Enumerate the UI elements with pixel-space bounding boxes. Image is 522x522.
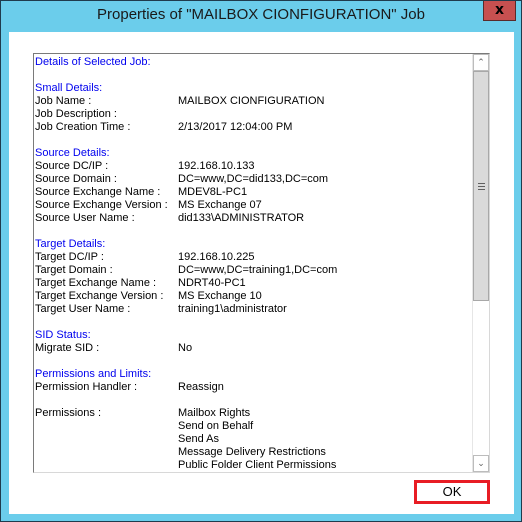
detail-label: Job Name : bbox=[35, 95, 92, 107]
permissions-limits-heading: Permissions and Limits: bbox=[35, 368, 152, 380]
permission-value: Mailbox Rights bbox=[178, 407, 251, 419]
detail-row: Target DC/IP : 192.168.10.225 bbox=[35, 251, 471, 264]
detail-row: Target User Name : training1\administrato… bbox=[35, 303, 471, 316]
title-bar[interactable]: Properties of "MAILBOX CIONFIGURATION" J… bbox=[1, 1, 521, 32]
detail-value: MS Exchange 10 bbox=[178, 290, 262, 302]
permission-value: Public Folder Client Permissions bbox=[178, 459, 337, 471]
detail-value: MDEV8L-PC1 bbox=[178, 186, 248, 198]
detail-row: Target Exchange Version : MS Exchange 10 bbox=[35, 290, 471, 303]
detail-value: NDRT40-PC1 bbox=[178, 277, 246, 289]
detail-value: DC=www,DC=did133,DC=com bbox=[178, 173, 329, 185]
detail-row: Target Domain : DC=www,DC=training1,DC=co… bbox=[35, 264, 471, 277]
dialog-title: Properties of "MAILBOX CIONFIGURATION" J… bbox=[97, 6, 425, 23]
detail-label: Source Domain : bbox=[35, 173, 117, 185]
detail-label: Source Exchange Name : bbox=[35, 186, 161, 198]
detail-row: Public Folder Client Permissions bbox=[35, 459, 471, 472]
detail-label: Permissions : bbox=[35, 407, 102, 419]
detail-label: Source User Name : bbox=[35, 212, 135, 224]
chevron-down-icon: ⌄ bbox=[477, 458, 485, 468]
details-content: Details of Selected Job: Small Details: … bbox=[35, 56, 471, 472]
source-details-heading: Source Details: bbox=[35, 147, 110, 159]
detail-label: Permission Handler : bbox=[35, 381, 138, 393]
detail-value: Reassign bbox=[178, 381, 224, 393]
detail-row: Job Description : bbox=[35, 108, 471, 121]
chevron-up-icon: ⌃ bbox=[477, 57, 485, 67]
detail-value: 192.168.10.225 bbox=[178, 251, 255, 263]
detail-row: Source DC/IP : 192.168.10.133 bbox=[35, 160, 471, 173]
ok-button[interactable]: OK bbox=[414, 480, 490, 504]
detail-value: MS Exchange 07 bbox=[178, 199, 262, 211]
permission-value: Message Delivery Restrictions bbox=[178, 446, 326, 458]
detail-row: Permission Handler : Reassign bbox=[35, 381, 471, 394]
target-details-heading: Target Details: bbox=[35, 238, 106, 250]
detail-label: Target Exchange Version : bbox=[35, 290, 164, 302]
detail-value: MAILBOX CIONFIGURATION bbox=[178, 95, 325, 107]
detail-row: Job Name : MAILBOX CIONFIGURATION bbox=[35, 95, 471, 108]
sid-status-heading: SID Status: bbox=[35, 329, 91, 341]
detail-value: 2/13/2017 12:04:00 PM bbox=[178, 121, 293, 133]
detail-row: Migrate SID : No bbox=[35, 342, 471, 355]
detail-label: Target DC/IP : bbox=[35, 251, 104, 263]
detail-row: Source Domain : DC=www,DC=did133,DC=com bbox=[35, 173, 471, 186]
detail-value: DC=www,DC=training1,DC=com bbox=[178, 264, 338, 276]
details-listbox[interactable]: Details of Selected Job: Small Details: … bbox=[33, 53, 490, 473]
detail-label: Target Exchange Name : bbox=[35, 277, 157, 289]
close-button[interactable]: x bbox=[483, 1, 516, 21]
detail-label: Migrate SID : bbox=[35, 342, 100, 354]
detail-row: Target Exchange Name : NDRT40-PC1 bbox=[35, 277, 471, 290]
permission-value: Send As bbox=[178, 433, 219, 445]
detail-label: Target User Name : bbox=[35, 303, 131, 315]
detail-row: Permissions : Mailbox Rights bbox=[35, 407, 471, 420]
detail-label: Source DC/IP : bbox=[35, 160, 109, 172]
detail-value: training1\administrator bbox=[178, 303, 287, 315]
detail-label: Job Creation Time : bbox=[35, 121, 131, 133]
properties-dialog: Properties of "MAILBOX CIONFIGURATION" J… bbox=[0, 0, 522, 522]
detail-value: 192.168.10.133 bbox=[178, 160, 255, 172]
detail-row: Message Delivery Restrictions bbox=[35, 446, 471, 459]
detail-row: Source Exchange Name : MDEV8L-PC1 bbox=[35, 186, 471, 199]
grip-icon bbox=[478, 183, 485, 192]
scroll-down-button[interactable]: ⌄ bbox=[473, 455, 489, 472]
detail-row: Job Creation Time : 2/13/2017 12:04:00 PM bbox=[35, 121, 471, 134]
detail-label: Source Exchange Version : bbox=[35, 199, 168, 211]
close-icon: x bbox=[494, 2, 505, 18]
details-header: Details of Selected Job: bbox=[35, 56, 151, 68]
small-details-heading: Small Details: bbox=[35, 82, 103, 94]
detail-row: Source User Name : did133\ADMINISTRATOR bbox=[35, 212, 471, 225]
detail-row: Source Exchange Version : MS Exchange 07 bbox=[35, 199, 471, 212]
detail-label: Job Description : bbox=[35, 108, 117, 120]
scrollbar-thumb[interactable] bbox=[473, 71, 489, 301]
detail-value: did133\ADMINISTRATOR bbox=[178, 212, 305, 224]
detail-label: Target Domain : bbox=[35, 264, 113, 276]
permission-value: Send on Behalf bbox=[178, 420, 254, 432]
vertical-scrollbar[interactable]: ⌃ ⌄ bbox=[472, 54, 489, 472]
scroll-up-button[interactable]: ⌃ bbox=[473, 54, 489, 71]
detail-row: Send As bbox=[35, 433, 471, 446]
detail-value: No bbox=[178, 342, 193, 354]
client-area: Details of Selected Job: Small Details: … bbox=[9, 32, 514, 514]
detail-row: Send on Behalf bbox=[35, 420, 471, 433]
